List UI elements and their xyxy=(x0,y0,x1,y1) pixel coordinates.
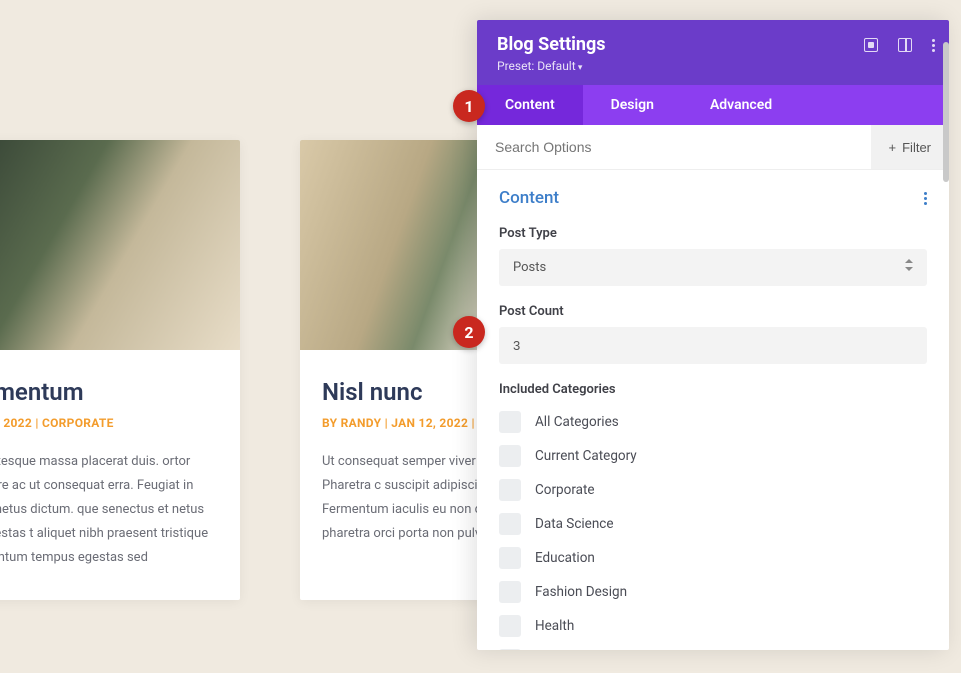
more-icon[interactable] xyxy=(932,39,935,52)
post-count-input[interactable] xyxy=(499,327,927,364)
section-menu-icon[interactable] xyxy=(924,192,927,205)
panel-content: Content Post Type Posts Post Count Inclu… xyxy=(477,170,949,650)
included-categories-field: Included Categories All Categories Curre… xyxy=(499,382,927,650)
preset-dropdown[interactable]: Preset: Default xyxy=(497,59,929,73)
category-label: Current Category xyxy=(535,448,637,464)
plus-icon: + xyxy=(889,140,897,155)
category-list: All Categories Current Category Corporat… xyxy=(499,405,927,650)
checkbox[interactable] xyxy=(499,649,521,650)
checkbox[interactable] xyxy=(499,581,521,603)
panel-action-icons xyxy=(864,38,935,52)
callout-badge-2: 2 xyxy=(453,316,485,348)
tab-design[interactable]: Design xyxy=(583,85,682,125)
category-label: Education xyxy=(535,550,595,566)
search-row: + Filter xyxy=(477,125,949,170)
post-count-field: Post Count xyxy=(499,304,927,364)
tab-content[interactable]: Content xyxy=(477,85,583,125)
card-meta: AN 12, 2022 | CORPORATE xyxy=(0,416,218,430)
columns-icon[interactable] xyxy=(898,38,912,52)
focus-icon[interactable] xyxy=(864,38,878,52)
post-type-field: Post Type Posts xyxy=(499,226,927,286)
search-input[interactable] xyxy=(477,125,871,169)
category-label: Corporate xyxy=(535,482,595,498)
included-categories-label: Included Categories xyxy=(499,382,927,397)
scrollbar-thumb[interactable] xyxy=(943,42,949,182)
category-item-corporate[interactable]: Corporate xyxy=(499,473,927,507)
category-label: Health xyxy=(535,618,574,634)
category-label: Data Science xyxy=(535,516,614,532)
filter-button[interactable]: + Filter xyxy=(871,125,949,169)
category-item-education[interactable]: Education xyxy=(499,541,927,575)
category-item-fashion-design[interactable]: Fashion Design xyxy=(499,575,927,609)
category-item-all[interactable]: All Categories xyxy=(499,405,927,439)
category-item-data-science[interactable]: Data Science xyxy=(499,507,927,541)
category-item-current[interactable]: Current Category xyxy=(499,439,927,473)
card-body: elementum AN 12, 2022 | CORPORATE pellen… xyxy=(0,350,240,600)
checkbox[interactable] xyxy=(499,445,521,467)
category-label: Fashion Design xyxy=(535,584,627,600)
blog-card: elementum AN 12, 2022 | CORPORATE pellen… xyxy=(0,140,240,600)
checkbox[interactable] xyxy=(499,615,521,637)
card-excerpt: pellentesque massa placerat duis. ortor … xyxy=(0,450,218,570)
category-item-health[interactable]: Health xyxy=(499,609,927,643)
category-item-home-staging[interactable]: Home Staging xyxy=(499,643,927,650)
post-type-label: Post Type xyxy=(499,226,927,241)
post-type-select[interactable]: Posts xyxy=(499,249,927,286)
panel-scrollbar[interactable] xyxy=(941,20,949,650)
card-image xyxy=(0,140,240,350)
category-label: All Categories xyxy=(535,414,619,430)
filter-label: Filter xyxy=(902,140,931,155)
section-header: Content xyxy=(499,188,927,208)
settings-panel: Blog Settings Preset: Default Content De… xyxy=(477,20,949,650)
tab-advanced[interactable]: Advanced xyxy=(682,85,800,125)
callout-badge-1: 1 xyxy=(453,90,485,122)
checkbox[interactable] xyxy=(499,513,521,535)
card-title[interactable]: elementum xyxy=(0,378,218,406)
settings-tabs: Content Design Advanced xyxy=(477,85,949,125)
panel-header: Blog Settings Preset: Default xyxy=(477,20,949,85)
section-title[interactable]: Content xyxy=(499,188,559,208)
checkbox[interactable] xyxy=(499,547,521,569)
post-count-label: Post Count xyxy=(499,304,927,319)
checkbox[interactable] xyxy=(499,479,521,501)
checkbox[interactable] xyxy=(499,411,521,433)
